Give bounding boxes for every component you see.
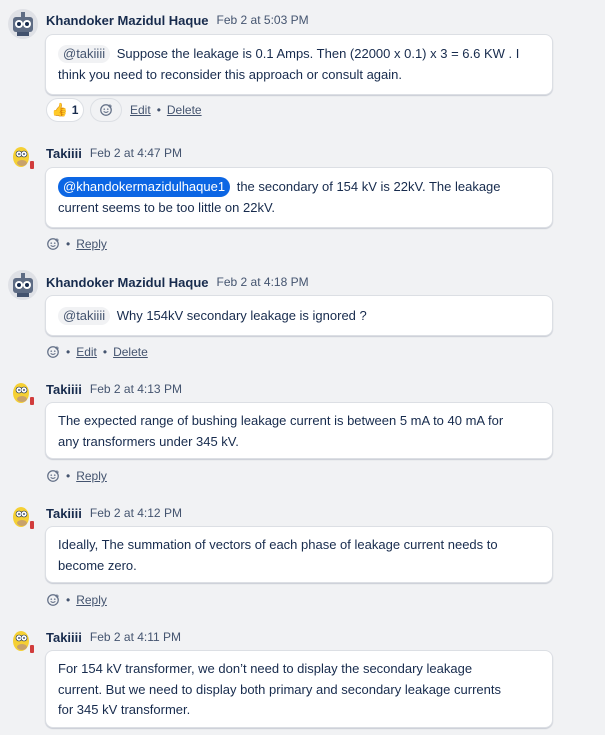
mention-chip[interactable]: @takiiii	[58, 45, 111, 63]
comment-author: Takiiii	[46, 505, 82, 521]
reaction-count: 1	[71, 103, 79, 117]
separator-dot: •	[156, 103, 161, 117]
edit-link[interactable]: Edit	[76, 345, 97, 359]
comment-timestamp[interactable]: Feb 2 at 4:12 PM	[90, 506, 182, 520]
delete-link[interactable]: Delete	[113, 345, 148, 359]
separator-dot: •	[66, 345, 71, 359]
add-reaction-icon[interactable]	[46, 469, 60, 483]
comment-author: Takiiii	[46, 629, 82, 645]
comment-text-line: for 345 kV transformer.	[58, 702, 191, 717]
add-reaction-button[interactable]	[90, 98, 122, 122]
cartoon-avatar[interactable]	[7, 502, 39, 534]
comment-text-line: For 154 kV transformer, we don’t need to…	[58, 661, 473, 676]
comment-text-line: think you need to reconsider this approa…	[58, 66, 402, 82]
reply-link[interactable]: Reply	[76, 237, 107, 251]
add-reaction-icon[interactable]	[46, 237, 60, 251]
mention-chip[interactable]: @takiiii	[58, 307, 111, 325]
separator-dot: •	[66, 469, 71, 483]
comment-timestamp[interactable]: Feb 2 at 4:18 PM	[217, 275, 309, 289]
robot-avatar[interactable]	[7, 269, 39, 301]
edit-link[interactable]: Edit	[130, 103, 151, 117]
comment-text-line: Ideally, The summation of vectors of eac…	[58, 537, 498, 552]
add-reaction-icon[interactable]	[46, 593, 60, 607]
comment-body: @khandokermazidulhaque1 the secondary of…	[45, 167, 553, 228]
cartoon-avatar[interactable]	[7, 626, 39, 658]
separator-dot: •	[66, 593, 71, 607]
reaction-thumbs-up[interactable]: 👍 1	[46, 98, 84, 122]
mention-chip[interactable]: @khandokermazidulhaque1	[58, 177, 231, 197]
comment-text-line: The expected range of bushing leakage cu…	[58, 413, 504, 428]
comment-timestamp[interactable]: Feb 2 at 4:47 PM	[90, 146, 182, 160]
comment-body: The expected range of bushing leakage cu…	[45, 402, 553, 459]
comment-text-line: current seems to be too little on 22kV.	[58, 199, 276, 215]
comment-text-line: current. But we need to display both pri…	[58, 681, 501, 697]
add-reaction-icon[interactable]	[46, 345, 60, 359]
comment-author: Khandoker Mazidul Haque	[46, 274, 209, 290]
thumbs-up-icon: 👍	[51, 102, 68, 117]
reply-link[interactable]: Reply	[76, 593, 107, 607]
comment-timestamp[interactable]: Feb 2 at 4:13 PM	[90, 382, 182, 396]
comment-body: Ideally, The summation of vectors of eac…	[45, 526, 553, 583]
comment-text-line: Why 154kV secondary leakage is ignored ?	[116, 308, 367, 323]
comment-body: @takiiii Suppose the leakage is 0.1 Amps…	[45, 34, 553, 95]
comment-author: Takiiii	[46, 145, 82, 161]
cartoon-avatar[interactable]	[7, 378, 39, 410]
comment-timestamp[interactable]: Feb 2 at 4:11 PM	[90, 630, 181, 644]
comment-text-line: any transformers under 345 kV.	[58, 433, 239, 449]
comment-body: @takiiii Why 154kV secondary leakage is …	[45, 295, 553, 336]
comment-timestamp[interactable]: Feb 2 at 5:03 PM	[217, 13, 309, 27]
comment-body: For 154 kV transformer, we don’t need to…	[45, 650, 553, 728]
add-reaction-icon	[100, 104, 112, 116]
comment-text-line: become zero.	[58, 557, 137, 573]
robot-avatar[interactable]	[7, 8, 39, 40]
separator-dot: •	[66, 237, 71, 251]
separator-dot: •	[102, 345, 108, 359]
comment-text-line: the secondary of 154 kV is 22kV. The lea…	[236, 179, 501, 194]
comment-author: Takiiii	[46, 381, 82, 397]
cartoon-avatar[interactable]	[7, 142, 39, 174]
comment-text-line: Suppose the leakage is 0.1 Amps. Then (2…	[116, 46, 520, 61]
reply-link[interactable]: Reply	[76, 469, 107, 483]
delete-link[interactable]: Delete	[167, 103, 202, 117]
comment-author: Khandoker Mazidul Haque	[46, 12, 209, 28]
